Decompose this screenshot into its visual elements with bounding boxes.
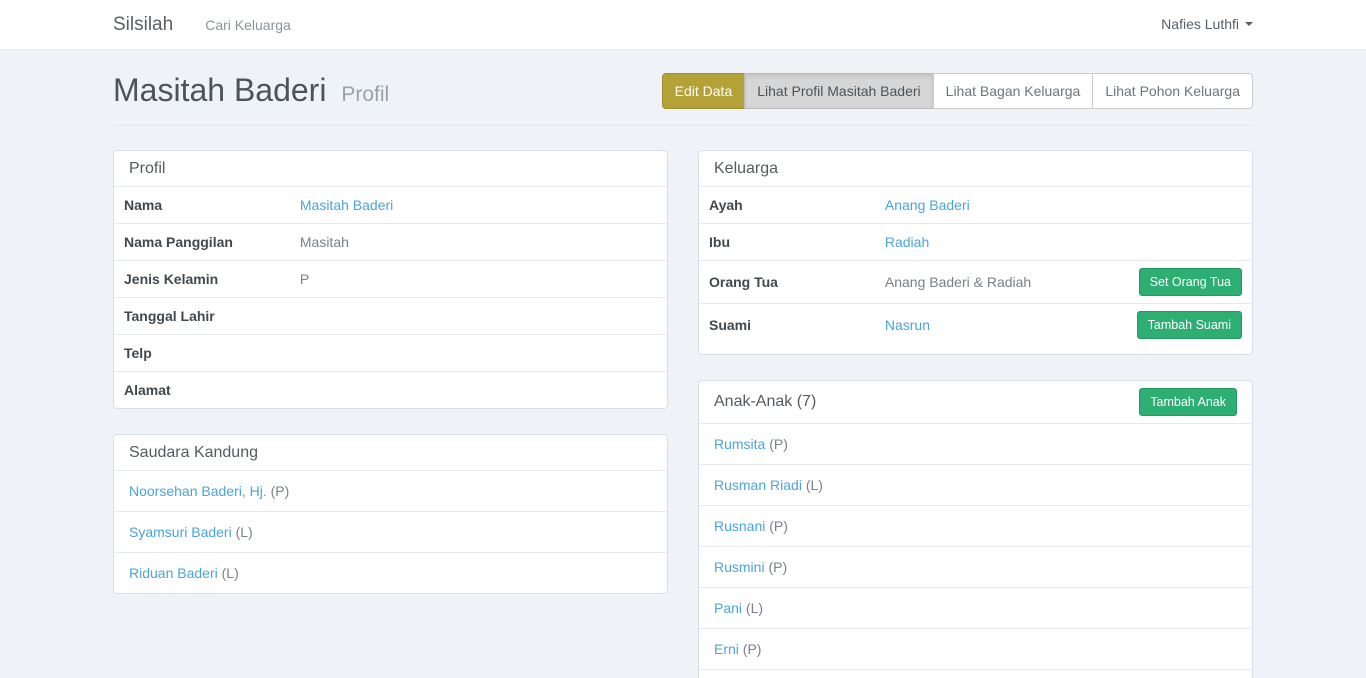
- child-row: Rusnani (P): [699, 505, 1252, 546]
- gender-label: (L): [222, 565, 239, 581]
- gender-label: (L): [236, 524, 253, 540]
- sibling-row: Syamsuri Baderi (L): [114, 511, 667, 552]
- row-value: Anang Baderi & Radiah: [885, 274, 1139, 290]
- panel-anak-anak: Anak-Anak (7) Tambah Anak Rumsita (P) Ru…: [698, 380, 1253, 678]
- profile-action-group: Edit Data Lihat Profil Masitah Baderi Li…: [662, 73, 1253, 109]
- child-row: Rumsita (P): [699, 423, 1252, 464]
- child-row: Rusmini (P): [699, 546, 1252, 587]
- row-label: Jenis Kelamin: [124, 271, 300, 287]
- person-link[interactable]: Pani: [714, 600, 742, 616]
- child-row: Erni (P): [699, 628, 1252, 669]
- gender-label: (P): [768, 559, 787, 575]
- sibling-row: Noorsehan Baderi, Hj. (P): [114, 470, 667, 511]
- person-link[interactable]: Noorsehan Baderi, Hj.: [129, 483, 267, 499]
- lihat-bagan-keluarga-button[interactable]: Lihat Bagan Keluarga: [933, 73, 1094, 109]
- panel-profil-title: Profil: [129, 160, 165, 178]
- brand-link[interactable]: Silsilah: [113, 14, 173, 36]
- navbar-right: Nafies Luthfi: [1161, 16, 1253, 34]
- row-label: Tanggal Lahir: [124, 308, 300, 324]
- row-label: Nama Panggilan: [124, 234, 300, 250]
- lihat-profil-button[interactable]: Lihat Profil Masitah Baderi: [744, 73, 933, 109]
- nav-item-cari-keluarga[interactable]: Cari Keluarga: [205, 17, 291, 33]
- row-label: Ayah: [709, 197, 885, 213]
- page-title-text: Masitah Baderi: [113, 72, 326, 108]
- gender-label: (P): [743, 641, 762, 657]
- tambah-suami-button[interactable]: Tambah Suami: [1137, 311, 1242, 339]
- child-row: Pani (L): [699, 587, 1252, 628]
- person-link[interactable]: Rusmini: [714, 559, 765, 575]
- navbar: Silsilah Cari Keluarga Nafies Luthfi: [0, 0, 1366, 50]
- profil-row-alamat: Alamat: [114, 371, 667, 408]
- set-orang-tua-button[interactable]: Set Orang Tua: [1139, 268, 1242, 296]
- page-title: Masitah Baderi Profil: [113, 72, 389, 109]
- gender-label: (L): [746, 600, 763, 616]
- right-column: Keluarga Ayah Anang Baderi Ibu Radiah Or…: [698, 150, 1253, 678]
- row-label: Orang Tua: [709, 274, 885, 290]
- person-link[interactable]: Riduan Baderi: [129, 565, 218, 581]
- gender-label: (L): [806, 477, 823, 493]
- row-label: Ibu: [709, 234, 885, 250]
- panel-saudara-heading: Saudara Kandung: [114, 435, 667, 470]
- lihat-pohon-keluarga-button[interactable]: Lihat Pohon Keluarga: [1092, 73, 1253, 109]
- keluarga-row-orang-tua: Orang Tua Anang Baderi & Radiah Set Oran…: [699, 260, 1252, 303]
- panel-profil-heading: Profil: [114, 151, 667, 186]
- profil-row-telp: Telp: [114, 334, 667, 371]
- row-value: P: [300, 271, 657, 287]
- edit-data-button[interactable]: Edit Data: [662, 73, 746, 109]
- panel-anak-title: Anak-Anak (7): [714, 393, 816, 411]
- person-link[interactable]: Rusnani: [714, 518, 765, 534]
- panel-saudara-kandung: Saudara Kandung Noorsehan Baderi, Hj. (P…: [113, 434, 668, 594]
- person-link[interactable]: Erni: [714, 641, 739, 657]
- panel-anak-heading: Anak-Anak (7) Tambah Anak: [699, 381, 1252, 423]
- panel-keluarga: Keluarga Ayah Anang Baderi Ibu Radiah Or…: [698, 150, 1253, 355]
- panel-keluarga-title: Keluarga: [714, 160, 778, 178]
- user-name: Nafies Luthfi: [1161, 16, 1239, 32]
- person-link[interactable]: Rusman Riadi: [714, 477, 802, 493]
- person-link[interactable]: Radiah: [885, 234, 929, 250]
- user-menu[interactable]: Nafies Luthfi: [1161, 16, 1253, 32]
- gender-label: (P): [271, 483, 290, 499]
- person-link[interactable]: Rumsita: [714, 436, 765, 452]
- tambah-anak-button[interactable]: Tambah Anak: [1139, 388, 1237, 416]
- row-label: Alamat: [124, 382, 300, 398]
- page-header: Masitah Baderi Profil Edit Data Lihat Pr…: [113, 50, 1253, 126]
- row-label: Suami: [709, 317, 885, 333]
- child-row: Rusman Riadi (L): [699, 464, 1252, 505]
- row-label: Telp: [124, 345, 300, 361]
- left-column: Profil Nama Masitah Baderi Nama Panggila…: [113, 150, 668, 678]
- gender-label: (P): [769, 436, 788, 452]
- gender-label: (P): [769, 518, 788, 534]
- person-link[interactable]: Anang Baderi: [885, 197, 970, 213]
- profil-row-jenis-kelamin: Jenis Kelamin P: [114, 260, 667, 297]
- row-label: Nama: [124, 197, 300, 213]
- page-subtitle: Profil: [341, 83, 389, 106]
- panel-saudara-title: Saudara Kandung: [129, 444, 258, 462]
- sibling-row: Riduan Baderi (L): [114, 552, 667, 593]
- child-row-cutoff: [699, 669, 1252, 678]
- person-link[interactable]: Masitah Baderi: [300, 197, 393, 213]
- person-link[interactable]: Syamsuri Baderi: [129, 524, 232, 540]
- keluarga-row-ibu: Ibu Radiah: [699, 223, 1252, 260]
- caret-down-icon: [1245, 22, 1253, 26]
- keluarga-row-suami: Suami Nasrun Tambah Suami: [699, 303, 1252, 346]
- profil-row-nama: Nama Masitah Baderi: [114, 186, 667, 223]
- keluarga-row-ayah: Ayah Anang Baderi: [699, 186, 1252, 223]
- profil-row-tanggal-lahir: Tanggal Lahir: [114, 297, 667, 334]
- panel-profil: Profil Nama Masitah Baderi Nama Panggila…: [113, 150, 668, 409]
- panel-keluarga-heading: Keluarga: [699, 151, 1252, 186]
- profil-row-nama-panggilan: Nama Panggilan Masitah: [114, 223, 667, 260]
- row-value: Masitah: [300, 234, 657, 250]
- person-link[interactable]: Nasrun: [885, 317, 930, 333]
